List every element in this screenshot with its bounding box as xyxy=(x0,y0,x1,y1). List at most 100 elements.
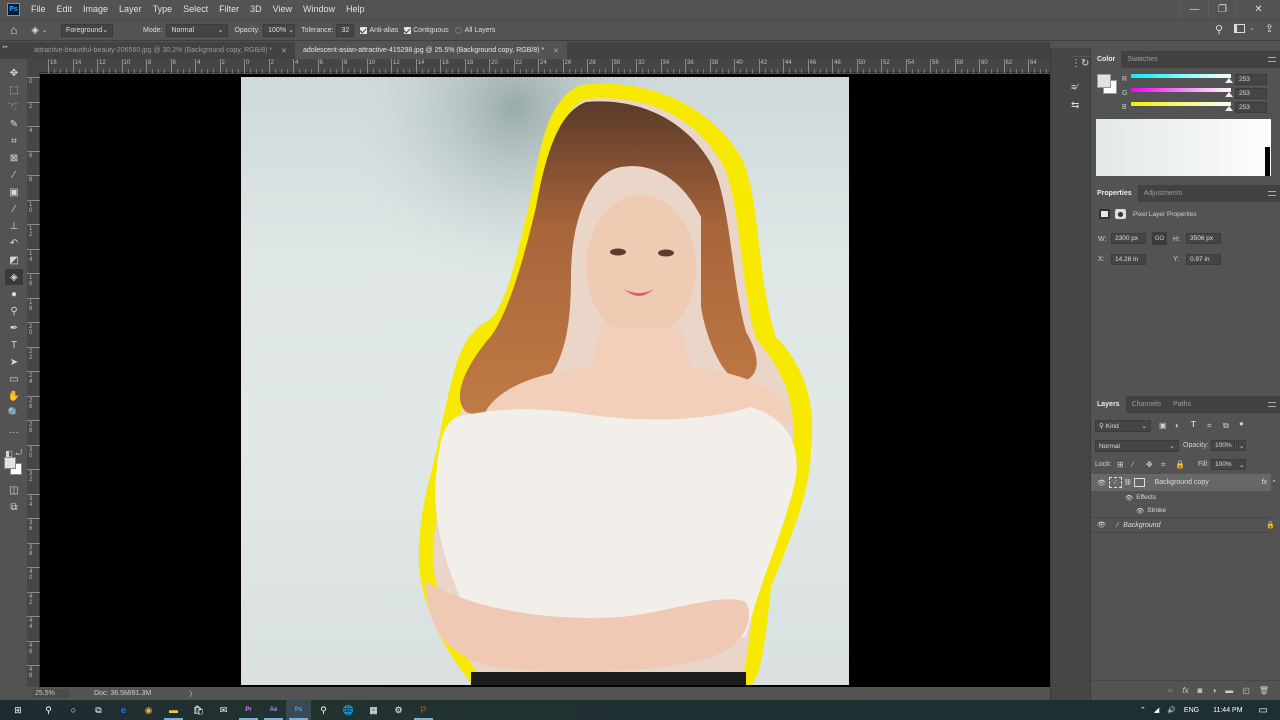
volume-icon[interactable]: 🔊 xyxy=(1167,706,1176,714)
taskbar-calculator-icon[interactable]: ▦ xyxy=(361,700,386,720)
eyedropper-tool[interactable]: ⁄ xyxy=(5,167,23,183)
close-tab-icon[interactable]: ✕ xyxy=(553,47,559,55)
delete-layer-icon[interactable]: 🗑 xyxy=(1259,686,1269,695)
anti-alias-checkbox[interactable]: Anti-alias xyxy=(360,26,398,34)
lock-pixels-icon[interactable]: ∕ xyxy=(1132,460,1133,469)
x-input[interactable]: 14.28 in xyxy=(1111,254,1146,265)
taskbar-store-icon[interactable]: 🛍 xyxy=(186,700,211,720)
menu-view[interactable]: View xyxy=(273,4,292,14)
swap-colors-icon[interactable]: ⤾ xyxy=(15,445,23,461)
taskbar-powerpoint-icon[interactable]: P xyxy=(411,700,436,720)
workspace-icon[interactable] xyxy=(1234,24,1245,33)
rectangle-tool[interactable]: ▭ xyxy=(5,371,23,387)
layer-effects-row[interactable]: 👁 Effects xyxy=(1091,491,1271,504)
tab-properties[interactable]: Properties xyxy=(1091,185,1138,202)
layer-stroke-effect[interactable]: 👁 Stroke xyxy=(1091,504,1271,517)
filter-type-icon[interactable]: T xyxy=(1191,420,1196,429)
filter-pixel-icon[interactable]: ▣ xyxy=(1159,421,1167,430)
taskbar-start-icon[interactable]: ⊞ xyxy=(0,700,36,720)
tab-adjustments[interactable]: Adjustments xyxy=(1138,185,1189,202)
visibility-eye-icon[interactable]: 👁 xyxy=(1097,479,1109,487)
pen-tool[interactable]: ✒ xyxy=(5,320,23,336)
opacity-dropdown-button[interactable]: ⌄ xyxy=(286,23,296,37)
clock[interactable]: 11:44 PM xyxy=(1213,707,1242,714)
contiguous-checkbox[interactable]: Contiguous xyxy=(404,26,449,34)
clone-stamp-tool[interactable]: ⊥ xyxy=(5,218,23,234)
tray-chevron-icon[interactable]: ⌃ xyxy=(1140,706,1146,714)
lock-all-icon[interactable]: 🔒 xyxy=(1175,460,1185,469)
quick-mask-icon[interactable]: ◫ xyxy=(5,482,23,498)
frame-tool[interactable]: ⊠ xyxy=(5,150,23,166)
brush-settings-icon[interactable]: ≡∕ xyxy=(1071,82,1078,92)
zoom-tool[interactable]: 🔍 xyxy=(5,405,23,421)
mask-icon[interactable] xyxy=(1115,209,1126,219)
tolerance-input[interactable]: 32 xyxy=(336,23,355,37)
fill-dropdown[interactable]: ⌄ xyxy=(1236,459,1246,470)
b-value-input[interactable]: 253 xyxy=(1235,102,1267,113)
notifications-icon[interactable]: ▭ xyxy=(1259,705,1268,716)
g-slider[interactable] xyxy=(1131,88,1231,92)
menu-filter[interactable]: Filter xyxy=(219,4,239,14)
b-slider-thumb[interactable] xyxy=(1225,106,1233,111)
visibility-eye-icon[interactable]: 👁 xyxy=(1125,494,1133,502)
taskbar-task-view-icon[interactable]: ⧉ xyxy=(86,700,111,720)
tab-paths[interactable]: Paths xyxy=(1167,396,1197,413)
screen-mode-icon[interactable]: ⧉ xyxy=(5,499,23,515)
r-value-input[interactable]: 253 xyxy=(1235,74,1267,85)
ruler-vertical[interactable]: 0 2 4 6 8 10 12 14 16 18 20 22 24 26 28 30 32 34 36 38 40 42 4… xyxy=(27,73,40,687)
menu-type[interactable]: Type xyxy=(153,4,173,14)
path-selection-tool[interactable]: ➤ xyxy=(5,354,23,370)
taskbar-search-app-icon[interactable]: ⚲ xyxy=(311,700,336,720)
menu-help[interactable]: Help xyxy=(346,4,365,14)
document-image[interactable] xyxy=(241,77,849,685)
layer-opacity-input[interactable]: 100% xyxy=(1211,440,1235,451)
tab-swatches[interactable]: Swatches xyxy=(1121,51,1163,68)
lock-artboard-icon[interactable]: ⌗ xyxy=(1161,460,1166,470)
foreground-color-swatch[interactable] xyxy=(1097,74,1111,88)
width-input[interactable]: 2300 px xyxy=(1111,233,1146,244)
color-spectrum[interactable] xyxy=(1096,119,1271,176)
filter-smart-object-icon[interactable]: ⧉ xyxy=(1223,421,1229,431)
minimize-button[interactable]: — xyxy=(1180,0,1208,18)
type-tool[interactable]: T xyxy=(5,337,23,353)
taskbar-internet-icon[interactable]: 🌐 xyxy=(336,700,361,720)
more-tools[interactable]: … xyxy=(5,422,23,438)
tab-channels[interactable]: Channels xyxy=(1126,396,1168,413)
panel-menu-icon[interactable] xyxy=(1268,191,1276,196)
r-slider[interactable] xyxy=(1131,74,1231,78)
tab-color[interactable]: Color xyxy=(1091,51,1122,68)
panel-menu-icon[interactable] xyxy=(1268,57,1276,62)
taskbar-premiere-pro-icon[interactable]: Pr xyxy=(236,700,261,720)
taskbar-after-effects-icon[interactable]: Ae xyxy=(261,700,286,720)
hand-tool[interactable]: ✋ xyxy=(5,388,23,404)
menu-edit[interactable]: Edit xyxy=(57,4,73,14)
layer-background-copy[interactable]: 👁 ∕ ⛓ Background copy fx ⌃ xyxy=(1091,474,1277,491)
taskbar-edge-icon[interactable]: e xyxy=(111,700,136,720)
add-mask-icon[interactable]: ◙ xyxy=(1198,686,1203,695)
taskbar-mail-icon[interactable]: ✉ xyxy=(211,700,236,720)
taskbar-cortana-icon[interactable]: ○ xyxy=(61,700,86,720)
collapse-effects-icon[interactable]: ⌃ xyxy=(1271,479,1277,487)
crop-tool[interactable]: ⌗ xyxy=(5,133,23,149)
doc-tab-2[interactable]: adolescent-asian-attractive-415298.jpg @… xyxy=(294,42,568,59)
move-tool[interactable]: ✥ xyxy=(5,65,23,81)
healing-brush-tool[interactable]: ▣ xyxy=(5,184,23,200)
g-slider-thumb[interactable] xyxy=(1225,92,1233,97)
taskbar-file-explorer-icon[interactable]: ▬ xyxy=(161,700,186,720)
menu-3d[interactable]: 3D xyxy=(250,4,262,14)
quick-selection-tool[interactable]: ✎ xyxy=(5,116,23,132)
new-layer-icon[interactable]: ◰ xyxy=(1242,686,1250,695)
visibility-eye-icon[interactable]: 👁 xyxy=(1097,521,1117,529)
restore-button[interactable]: ❐ xyxy=(1208,0,1236,18)
menu-select[interactable]: Select xyxy=(183,4,208,14)
search-icon[interactable]: ⚲ xyxy=(1215,23,1223,36)
blur-tool[interactable]: ● xyxy=(5,286,23,302)
foreground-color-swatch[interactable] xyxy=(4,457,16,469)
zoom-level[interactable]: 25.5% xyxy=(33,689,69,698)
menu-layer[interactable]: Layer xyxy=(119,4,142,14)
mode-select[interactable]: Normal ⌄ xyxy=(166,23,229,37)
close-button[interactable]: ✕ xyxy=(1236,0,1280,18)
layer-background[interactable]: 👁 ∕ Background 🔒 xyxy=(1091,517,1275,533)
taskbar-chrome-icon[interactable]: ◉ xyxy=(136,700,161,720)
paint-bucket-preset-icon[interactable]: ◈ ⌄ xyxy=(31,25,47,36)
